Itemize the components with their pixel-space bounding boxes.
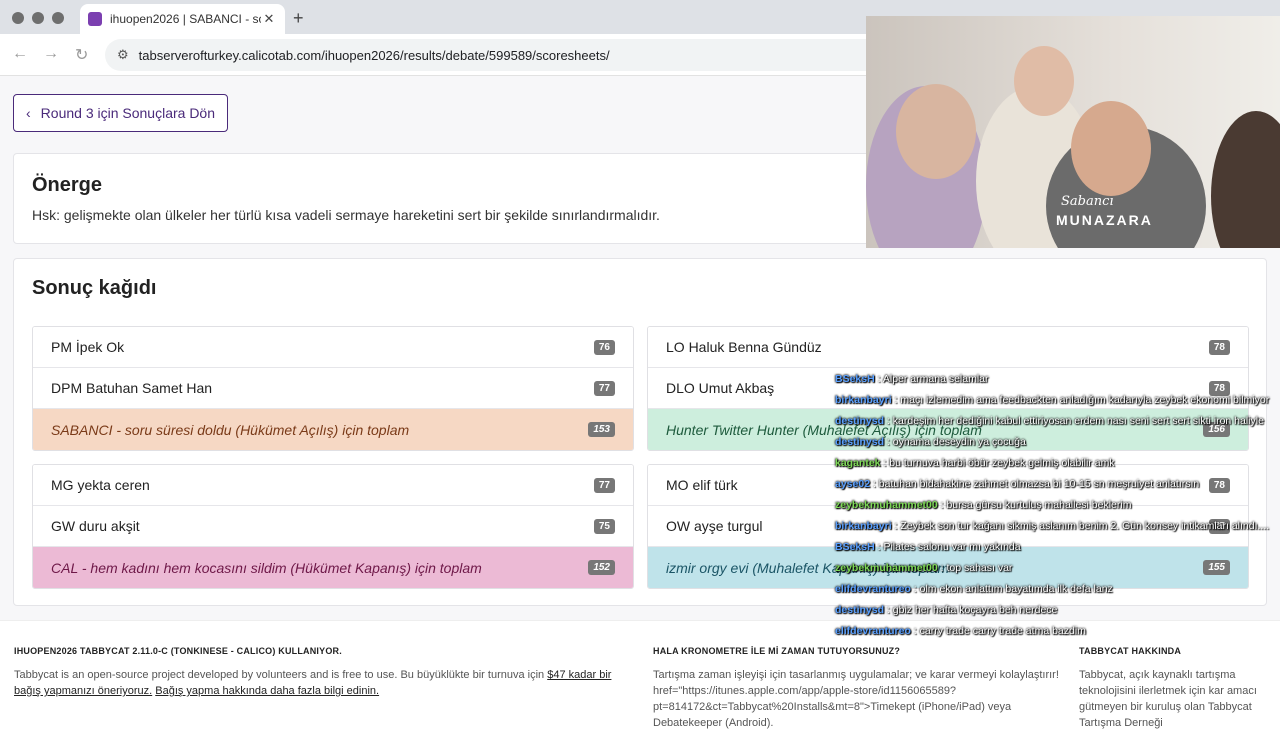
chat-message: zeybekmuhammet00 : top sahası var	[835, 561, 1275, 575]
chat-username: BSeksH	[835, 541, 875, 553]
chat-text: : maçı izlemedim ama feedbackten anladığ…	[891, 394, 1270, 406]
chat-message: elifdevrantureo : carry trade carry trad…	[835, 624, 1275, 638]
footer-text: Tartışma zaman işleyişi için tasarlanmış…	[653, 669, 1059, 729]
person-face-left	[896, 84, 976, 179]
back-button-label: Round 3 için Sonuçlara Dön	[40, 105, 216, 121]
chat-message: birkanbayri : maçı izlemedim ama feedbac…	[835, 393, 1275, 407]
footer-heading: IHUOPEN2026 TABBYCAT 2.11.0-C (TONKINESE…	[14, 646, 342, 656]
watermark-logo: MUNAZARA	[1056, 212, 1153, 228]
speaker-row: GW duru akşit 75	[33, 506, 633, 547]
chat-username: birkanbayri	[835, 394, 892, 406]
browser-tab[interactable]: ihuopen2026 | SABANCI - sor ✕	[80, 4, 285, 34]
close-window-icon[interactable]	[12, 12, 24, 24]
back-to-results-button[interactable]: ‹ Round 3 için Sonuçlara Dön	[13, 94, 229, 132]
chat-text: : kardeşim her dediğini kabul ettiriyosa…	[884, 415, 1264, 427]
footer-text: Tabbycat is an open-source project devel…	[14, 669, 545, 681]
chat-text: : olm ekon anlattım bayatımda ilk defa l…	[910, 583, 1113, 595]
scoresheet-heading: Sonuç kağıdı	[32, 277, 157, 299]
team-total-label: SABANCI - soru süresi doldu (Hükümet Açı…	[51, 421, 410, 438]
team-total-row: SABANCI - soru süresi doldu (Hükümet Açı…	[33, 409, 633, 450]
footer-heading: TABBYCAT HAKKINDA	[1079, 646, 1182, 656]
webcam-overlay: Sabancı MUNAZARA	[866, 16, 1280, 248]
score-badge: 78	[1208, 339, 1230, 355]
chat-username: zeybekmuhammet00	[835, 562, 938, 574]
chat-message: elifdevrantureo : olm ekon anlattım baya…	[835, 582, 1275, 596]
score-badge: 77	[593, 380, 615, 396]
chat-text: : bu turnuva harbi öbür zeybek gelmiş ol…	[880, 457, 1115, 469]
total-badge: 153	[588, 422, 615, 437]
site-info-icon[interactable]: ⚙	[117, 47, 129, 63]
chat-message: BSeksH : Alper armana selamlar	[835, 372, 1275, 386]
chat-username: BSeksH	[835, 373, 875, 385]
footer-heading: HALA KRONOMETRE İLE Mİ ZAMAN TUTUYORSUNU…	[653, 646, 901, 656]
tabbycat-favicon-icon	[88, 12, 102, 26]
chat-username: ayse02	[835, 478, 871, 490]
forward-arrow-icon[interactable]: →	[43, 45, 59, 63]
chat-text: : Alper armana selamlar	[874, 373, 989, 385]
speaker-name: MO elif türk	[666, 477, 738, 493]
speaker-row: DPM Batuhan Samet Han 77	[33, 368, 633, 409]
team-og: PM İpek Ok 76 DPM Batuhan Samet Han 77 SAB…	[32, 326, 634, 451]
tab-title: ihuopen2026 | SABANCI - sor	[110, 12, 261, 26]
chat-username: destinysd	[835, 436, 885, 448]
speaker-name: OW ayşe turgul	[666, 518, 763, 534]
chat-message: BSeksH : Pilates salonu var mı yakında	[835, 540, 1275, 554]
chat-text: : bursa gürsu kurtuluş mahallesi bekleri…	[937, 499, 1132, 511]
footer-about-tabbycat: TABBYCAT HAKKINDA Tabbycat, açık kaynakl…	[1079, 643, 1269, 731]
score-badge: 77	[593, 477, 615, 493]
footer-timekeeper: HALA KRONOMETRE İLE Mİ ZAMAN TUTUYORSUNU…	[653, 643, 1063, 731]
chat-username: kagantek	[835, 457, 881, 469]
team-total-label: CAL - hem kadını hem kocasını sildim (Hü…	[51, 559, 482, 576]
stream-chat-overlay: BSeksH : Alper armana selamlar birkanbayr…	[835, 372, 1275, 645]
chat-username: zeybekmuhammet00	[835, 499, 938, 511]
speaker-name: LO Haluk Benna Gündüz	[666, 339, 822, 355]
chat-message: zeybekmuhammet00 : bursa gürsu kurtuluş …	[835, 498, 1275, 512]
new-tab-icon[interactable]: +	[293, 8, 304, 29]
total-badge: 152	[588, 560, 615, 575]
person-face-center	[1014, 46, 1074, 116]
speaker-name: MG yekta ceren	[51, 477, 150, 493]
footer-about: IHUOPEN2026 TABBYCAT 2.11.0-C (TONKINESE…	[14, 643, 624, 699]
chat-text: : oynama deseydin ya çocuğa	[884, 436, 1026, 448]
chat-message: destinysd : oynama deseydin ya çocuğa	[835, 435, 1275, 449]
speaker-name: DLO Umut Akbaş	[666, 380, 775, 396]
chat-message: destinysd : gbiz her hafta koçayra beh n…	[835, 603, 1275, 617]
speaker-name: PM İpek Ok	[51, 339, 125, 355]
person-face-right	[1071, 101, 1151, 196]
close-tab-icon[interactable]: ✕	[261, 11, 277, 27]
url-text: tabserverofturkey.calicotab.com/ihuopen2…	[138, 47, 610, 63]
donation-info-link[interactable]: Bağış yapma hakkında daha fazla bilgi ed…	[155, 685, 379, 697]
speaker-name: DPM Batuhan Samet Han	[51, 380, 213, 396]
chat-username: elifdevrantureo	[835, 583, 911, 595]
chat-text: : batuhan bidahakine zahmet olmazsa bi 1…	[870, 478, 1200, 490]
speaker-row: PM İpek Ok 76	[33, 327, 633, 368]
chat-username: birkanbayri	[835, 520, 892, 532]
chat-username: destinysd	[835, 604, 885, 616]
score-badge: 76	[593, 339, 615, 355]
speaker-row: LO Haluk Benna Gündüz 78	[648, 327, 1248, 368]
footer-text: Tabbycat, açık kaynaklı tartışma teknolo…	[1079, 669, 1257, 729]
team-total-row: CAL - hem kadını hem kocasını sildim (Hü…	[33, 547, 633, 588]
maximize-window-icon[interactable]	[52, 12, 64, 24]
score-badge: 75	[593, 518, 615, 534]
team-cg: MG yekta ceren 77 GW duru akşit 75 CAL - h…	[32, 464, 634, 589]
chat-message: birkanbayri : Zeybek son tur kağanı sikm…	[835, 519, 1275, 533]
speaker-row: MG yekta ceren 77	[33, 465, 633, 506]
back-arrow-icon[interactable]: ←	[12, 45, 28, 63]
chat-message: kagantek : bu turnuva harbi öbür zeybek …	[835, 456, 1275, 470]
chat-message: ayse02 : batuhan bidahakine zahmet olmaz…	[835, 477, 1275, 491]
reload-icon[interactable]: ↻	[75, 45, 88, 65]
speaker-name: GW duru akşit	[51, 518, 140, 534]
chat-text: : Pilates salonu var mı yakında	[874, 541, 1021, 553]
chat-message: destinysd : kardeşim her dediğini kabul …	[835, 414, 1275, 428]
chat-username: elifdevrantureo	[835, 625, 911, 637]
watermark-script: Sabancı	[1061, 194, 1114, 209]
chat-text: : top sahası var	[937, 562, 1013, 574]
chat-text: : carry trade carry trade atma bazdim	[910, 625, 1086, 637]
chat-username: destinysd	[835, 415, 885, 427]
chat-text: : gbiz her hafta koçayra beh nerdece	[884, 604, 1058, 616]
minimize-window-icon[interactable]	[32, 12, 44, 24]
chevron-left-icon: ‹	[26, 105, 31, 121]
chat-text: : Zeybek son tur kağanı sikmiş aslanım b…	[891, 520, 1270, 532]
